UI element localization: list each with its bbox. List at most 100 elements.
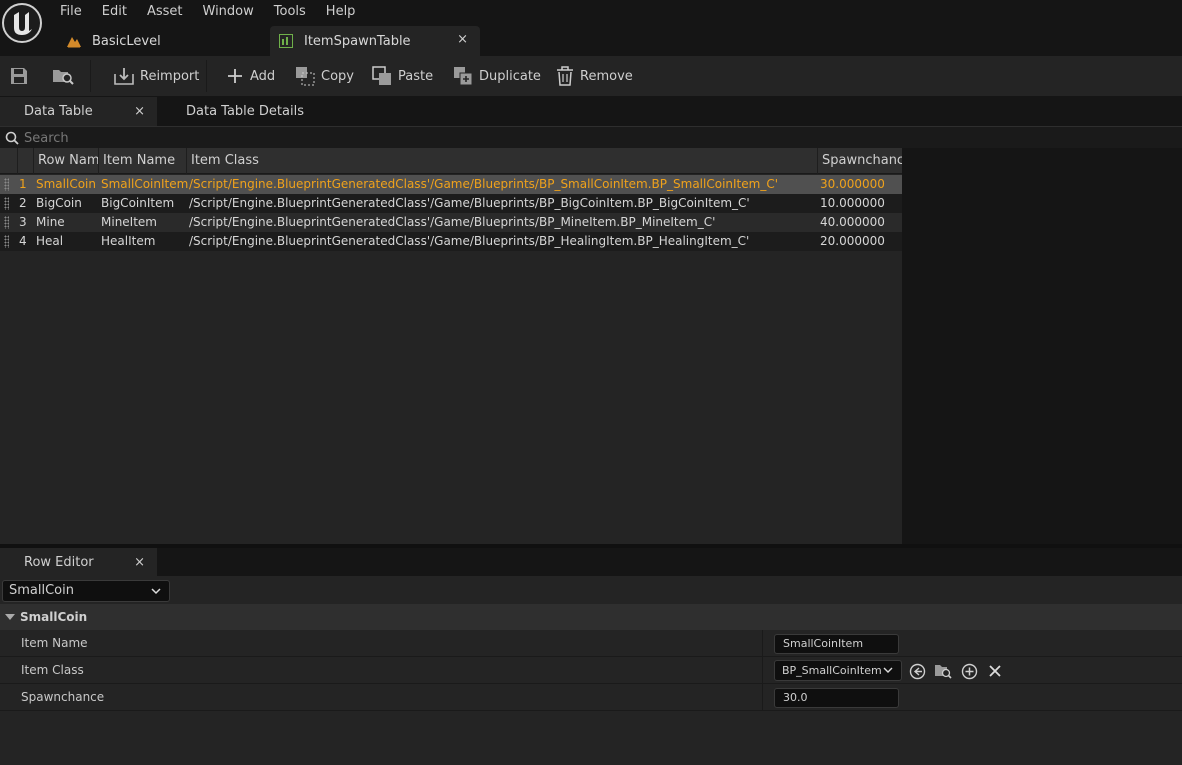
drag-handle-icon[interactable] [4,197,9,210]
cell-row-name: SmallCoin [36,177,96,191]
duplicate-icon [454,67,473,86]
cell-row-name: BigCoin [36,196,82,210]
tab-basic-level[interactable]: BasicLevel [56,26,268,56]
add-label: Add [250,68,276,84]
data-table-tab-bar: Data Table × Data Table Details [0,97,1182,126]
table-row[interactable]: 1 SmallCoin SmallCoinItem /Script/Engine… [0,175,902,194]
close-icon[interactable]: × [134,555,145,570]
property-row-item-name: Item Name SmallCoinItem [0,630,1182,657]
row-index: 4 [19,234,27,248]
row-editor-panel: SmallCoin SmallCoin Item Name SmallCoinI… [0,576,1182,765]
cell-spawnchance: 10.000000 [820,196,885,210]
duplicate-label: Duplicate [479,68,541,84]
cell-item-class: /Script/Engine.BlueprintGeneratedClass'/… [189,215,716,229]
cell-item-name: BigCoinItem [101,196,175,210]
property-label: Item Class [21,663,84,677]
menu-bar: File Edit Asset Window Tools Help [50,4,365,19]
reimport-label: Reimport [140,68,200,84]
use-selected-icon[interactable] [908,662,926,680]
browse-folder-icon[interactable] [934,662,952,680]
property-divider[interactable] [762,684,763,711]
tab-label: Data Table Details [186,104,304,119]
add-button[interactable]: Add [226,56,275,96]
remove-label: Remove [580,68,633,84]
cell-item-name: HealItem [101,234,156,248]
data-table-icon [278,33,294,49]
paste-icon [372,66,391,85]
clear-icon[interactable] [986,662,1004,680]
table-row[interactable]: 3 Mine MineItem /Script/Engine.Blueprint… [0,213,902,232]
column-header-item-name[interactable]: Item Name [98,148,186,174]
browse-button[interactable] [52,56,80,96]
search-icon [5,131,19,145]
collapse-arrow-icon[interactable] [5,614,15,620]
menu-asset[interactable]: Asset [137,4,193,19]
chevron-down-icon [151,588,161,595]
property-row-item-class: Item Class BP_SmallCoinItem [0,657,1182,684]
remove-button[interactable]: Remove [556,56,633,96]
create-new-icon[interactable] [960,662,978,680]
chevron-down-icon [883,667,893,673]
item-name-field[interactable]: SmallCoinItem [774,634,899,654]
save-button[interactable] [10,56,34,96]
search-bar [0,126,1182,148]
row-select-dropdown[interactable]: SmallCoin [2,580,170,602]
search-input[interactable] [24,129,1174,147]
category-label: SmallCoin [20,610,88,624]
tab-label: ItemSpawnTable [304,33,411,49]
close-icon[interactable]: × [134,104,145,119]
title-bar: File Edit Asset Window Tools Help BasicL… [0,0,1182,56]
tab-item-spawn-table[interactable]: ItemSpawnTable × [270,26,480,56]
menu-file[interactable]: File [50,4,92,19]
item-class-value: BP_SmallCoinItem [782,664,882,677]
copy-icon [296,67,315,86]
save-icon [11,68,27,84]
row-index: 3 [19,215,27,229]
drag-handle-icon[interactable] [4,235,9,248]
reimport-button[interactable]: Reimport [114,56,199,96]
menu-edit[interactable]: Edit [92,4,137,19]
close-icon[interactable]: × [457,32,468,47]
duplicate-button[interactable]: Duplicate [453,56,541,96]
property-label: Item Name [21,636,88,650]
copy-button[interactable]: Copy [295,56,354,96]
column-header-item-class[interactable]: Item Class [186,148,817,174]
table-header: Row Name Item Name Item Class Spawnchanc… [0,148,902,174]
property-divider[interactable] [762,657,763,684]
table-row[interactable]: 2 BigCoin BigCoinItem /Script/Engine.Blu… [0,194,902,213]
drag-handle-icon[interactable] [4,178,9,191]
tab-label: Row Editor [24,554,94,570]
column-header-index [17,148,33,174]
cell-spawnchance: 30.000000 [820,177,885,191]
tab-data-table-details[interactable]: Data Table Details [160,97,360,126]
trash-icon [557,66,573,86]
category-header[interactable]: SmallCoin [0,604,1182,630]
tab-data-table[interactable]: Data Table × [0,97,157,126]
column-header-row-name[interactable]: Row Name [33,148,98,174]
plus-icon [228,69,242,83]
property-row-spawnchance: Spawnchance 30.0 [0,684,1182,711]
row-select-value: SmallCoin [9,583,74,598]
unreal-logo-icon[interactable] [2,3,42,43]
paste-label: Paste [398,68,434,84]
level-icon [66,33,82,49]
paste-button[interactable]: Paste [372,56,433,96]
row-editor-tab-bar: Row Editor × [0,548,1182,576]
row-index: 2 [19,196,27,210]
drag-handle-icon[interactable] [4,216,9,229]
table-row[interactable]: 4 Heal HealItem /Script/Engine.Blueprint… [0,232,902,251]
menu-help[interactable]: Help [316,4,366,19]
toolbar: Reimport Add Copy Paste Duplicate Remove [0,56,1182,96]
tab-row-editor[interactable]: Row Editor × [0,548,157,576]
tab-label: Data Table [24,104,93,119]
menu-tools[interactable]: Tools [264,4,316,19]
cell-row-name: Mine [36,215,65,229]
spawnchance-field[interactable]: 30.0 [774,688,899,708]
unreal-u-glyph [14,12,32,35]
item-class-dropdown[interactable]: BP_SmallCoinItem [774,660,902,681]
property-divider[interactable] [762,630,763,657]
column-header-spawnchance[interactable]: Spawnchance [817,148,902,174]
menu-window[interactable]: Window [193,4,264,19]
cell-spawnchance: 20.000000 [820,234,885,248]
reimport-icon [114,68,134,85]
